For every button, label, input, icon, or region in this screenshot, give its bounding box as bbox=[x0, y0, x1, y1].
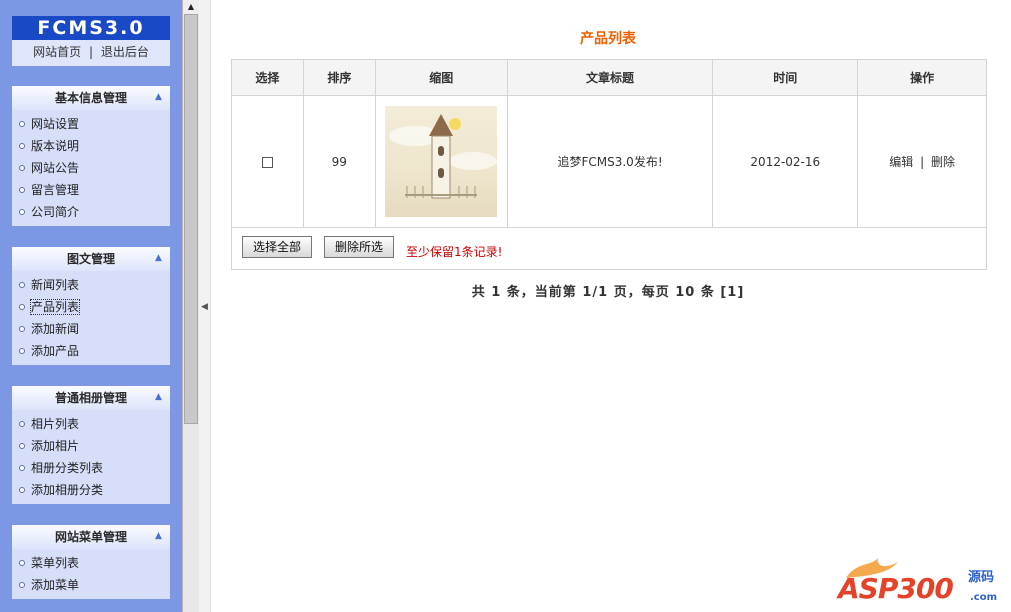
watermark-cn: 源码 bbox=[968, 570, 995, 585]
panel-header[interactable]: 网站菜单管理 ▲ bbox=[12, 525, 170, 549]
panel-album: 普通相册管理 ▲ 相片列表 添加相片 相册分类列表 添加相册分类 bbox=[12, 386, 170, 504]
circle-bullet-icon bbox=[19, 165, 25, 171]
sidebar-item-add-product[interactable]: 添加产品 bbox=[12, 340, 170, 362]
column-header-title: 文章标题 bbox=[506, 59, 714, 96]
watermark-brand: ASP300 bbox=[838, 572, 954, 605]
circle-bullet-icon bbox=[19, 121, 25, 127]
product-table: 选择 排序 缩图 文章标题 时间 操作 99 追梦FCMS3.0发布! 2012… bbox=[231, 59, 987, 228]
watermark-domain: .com bbox=[970, 592, 998, 603]
circle-bullet-icon bbox=[19, 487, 25, 493]
panel-header[interactable]: 普通相册管理 ▲ bbox=[12, 386, 170, 410]
row-order: 99 bbox=[302, 95, 376, 228]
row-checkbox[interactable] bbox=[261, 156, 273, 168]
chevron-up-icon[interactable]: ▲ bbox=[152, 91, 165, 104]
sidebar-item-messages[interactable]: 留言管理 bbox=[12, 179, 170, 201]
row-actions: 编辑 | 删除 bbox=[857, 95, 987, 228]
top-links: 网站首页 | 退出后台 bbox=[12, 40, 170, 66]
column-header-date: 时间 bbox=[712, 59, 859, 96]
link-separator: | bbox=[88, 45, 94, 59]
circle-bullet-icon bbox=[19, 187, 25, 193]
chevron-up-icon[interactable]: ▲ bbox=[152, 530, 165, 543]
panel-content: 图文管理 ▲ 新闻列表 产品列表 添加新闻 添加产品 bbox=[12, 247, 170, 365]
warning-text: 至少保留1条记录! bbox=[406, 245, 503, 259]
sidebar-scrollbar[interactable]: ▲ bbox=[182, 0, 199, 612]
tower-image bbox=[389, 114, 498, 199]
watermark-logo: ASP300 源码 .com bbox=[838, 556, 1004, 608]
sidebar: FCMS3.0 网站首页 | 退出后台 基本信息管理 ▲ 网站设置 版本说明 网… bbox=[0, 0, 182, 612]
row-date: 2012-02-16 bbox=[712, 95, 859, 228]
logo-box: FCMS3.0 网站首页 | 退出后台 bbox=[12, 16, 170, 66]
product-thumbnail[interactable] bbox=[385, 106, 498, 217]
delete-selected-button[interactable]: 删除所选 bbox=[324, 236, 395, 258]
panel-menu: 网站菜单管理 ▲ 菜单列表 添加菜单 bbox=[12, 525, 170, 599]
sidebar-item-version-info[interactable]: 版本说明 bbox=[12, 135, 170, 157]
logo: FCMS3.0 bbox=[12, 16, 170, 40]
sidebar-item-photo-list[interactable]: 相片列表 bbox=[12, 413, 170, 435]
panel-title: 普通相册管理 bbox=[54, 391, 127, 405]
panel-basic-info: 基本信息管理 ▲ 网站设置 版本说明 网站公告 留言管理 公司简介 bbox=[12, 86, 170, 226]
row-thumbnail-cell bbox=[374, 95, 508, 228]
scroll-up-arrow-icon[interactable]: ▲ bbox=[183, 0, 199, 14]
sidebar-item-announcement[interactable]: 网站公告 bbox=[12, 157, 170, 179]
panel-list: 新闻列表 产品列表 添加新闻 添加产品 bbox=[12, 271, 170, 362]
edit-link[interactable]: 编辑 bbox=[889, 155, 913, 169]
sidebar-item-album-categories[interactable]: 相册分类列表 bbox=[12, 457, 170, 479]
sidebar-item-add-photo[interactable]: 添加相片 bbox=[12, 435, 170, 457]
table-row: 99 追梦FCMS3.0发布! 2012-02-16 编辑 | 删除 bbox=[231, 95, 987, 228]
circle-bullet-icon bbox=[19, 348, 25, 354]
delete-link[interactable]: 删除 bbox=[931, 155, 955, 169]
circle-bullet-icon bbox=[19, 443, 25, 449]
column-header-order: 排序 bbox=[302, 59, 376, 96]
table-footer: 选择全部 删除所选 至少保留1条记录! bbox=[231, 226, 987, 270]
sidebar-item-site-settings[interactable]: 网站设置 bbox=[12, 113, 170, 135]
circle-bullet-icon bbox=[19, 282, 25, 288]
panel-header[interactable]: 基本信息管理 ▲ bbox=[12, 86, 170, 110]
sidebar-item-add-news[interactable]: 添加新闻 bbox=[12, 318, 170, 340]
logout-link[interactable]: 退出后台 bbox=[101, 45, 149, 59]
sidebar-item-company-intro[interactable]: 公司简介 bbox=[12, 201, 170, 223]
circle-bullet-icon bbox=[19, 304, 25, 310]
column-header-thumbnail: 缩图 bbox=[374, 59, 508, 96]
table-header-row: 选择 排序 缩图 文章标题 时间 操作 bbox=[231, 59, 987, 96]
page-title: 产品列表 bbox=[580, 31, 636, 47]
panel-title: 基本信息管理 bbox=[54, 91, 127, 105]
circle-bullet-icon bbox=[19, 326, 25, 332]
select-all-button[interactable]: 选择全部 bbox=[242, 236, 313, 258]
pagination: 共 1 条，当前第 1/1 页，每页 10 条 [1] bbox=[471, 285, 745, 300]
sidebar-item-news-list[interactable]: 新闻列表 bbox=[12, 274, 170, 296]
chevron-up-icon[interactable]: ▲ bbox=[152, 252, 165, 265]
sidebar-item-add-menu[interactable]: 添加菜单 bbox=[12, 574, 170, 596]
home-link[interactable]: 网站首页 bbox=[33, 45, 81, 59]
main-content: 产品列表 选择 排序 缩图 文章标题 时间 操作 99 追梦FCMS3.0发布!… bbox=[212, 0, 1011, 612]
panel-header[interactable]: 图文管理 ▲ bbox=[12, 247, 170, 271]
circle-bullet-icon bbox=[19, 582, 25, 588]
row-select-cell bbox=[231, 95, 304, 228]
panel-list: 网站设置 版本说明 网站公告 留言管理 公司简介 bbox=[12, 110, 170, 223]
circle-bullet-icon bbox=[19, 143, 25, 149]
panel-title: 网站菜单管理 bbox=[54, 530, 127, 544]
panel-title: 图文管理 bbox=[66, 252, 115, 266]
column-header-select: 选择 bbox=[231, 59, 304, 96]
circle-bullet-icon bbox=[19, 560, 25, 566]
sidebar-collapse-strip[interactable]: ◀ bbox=[199, 0, 211, 612]
sidebar-item-product-list[interactable]: 产品列表 bbox=[12, 296, 170, 318]
circle-bullet-icon bbox=[19, 209, 25, 215]
chevron-up-icon[interactable]: ▲ bbox=[152, 391, 165, 404]
sidebar-item-menu-list[interactable]: 菜单列表 bbox=[12, 552, 170, 574]
panel-list: 相片列表 添加相片 相册分类列表 添加相册分类 bbox=[12, 410, 170, 501]
collapse-left-icon[interactable]: ◀ bbox=[201, 302, 208, 312]
column-header-actions: 操作 bbox=[857, 59, 987, 96]
circle-bullet-icon bbox=[19, 421, 25, 427]
sidebar-item-add-album-category[interactable]: 添加相册分类 bbox=[12, 479, 170, 501]
scroll-thumb[interactable] bbox=[184, 14, 198, 424]
action-separator: | bbox=[920, 155, 925, 169]
row-article-title[interactable]: 追梦FCMS3.0发布! bbox=[506, 95, 714, 228]
circle-bullet-icon bbox=[19, 465, 25, 471]
panel-list: 菜单列表 添加菜单 bbox=[12, 549, 170, 596]
